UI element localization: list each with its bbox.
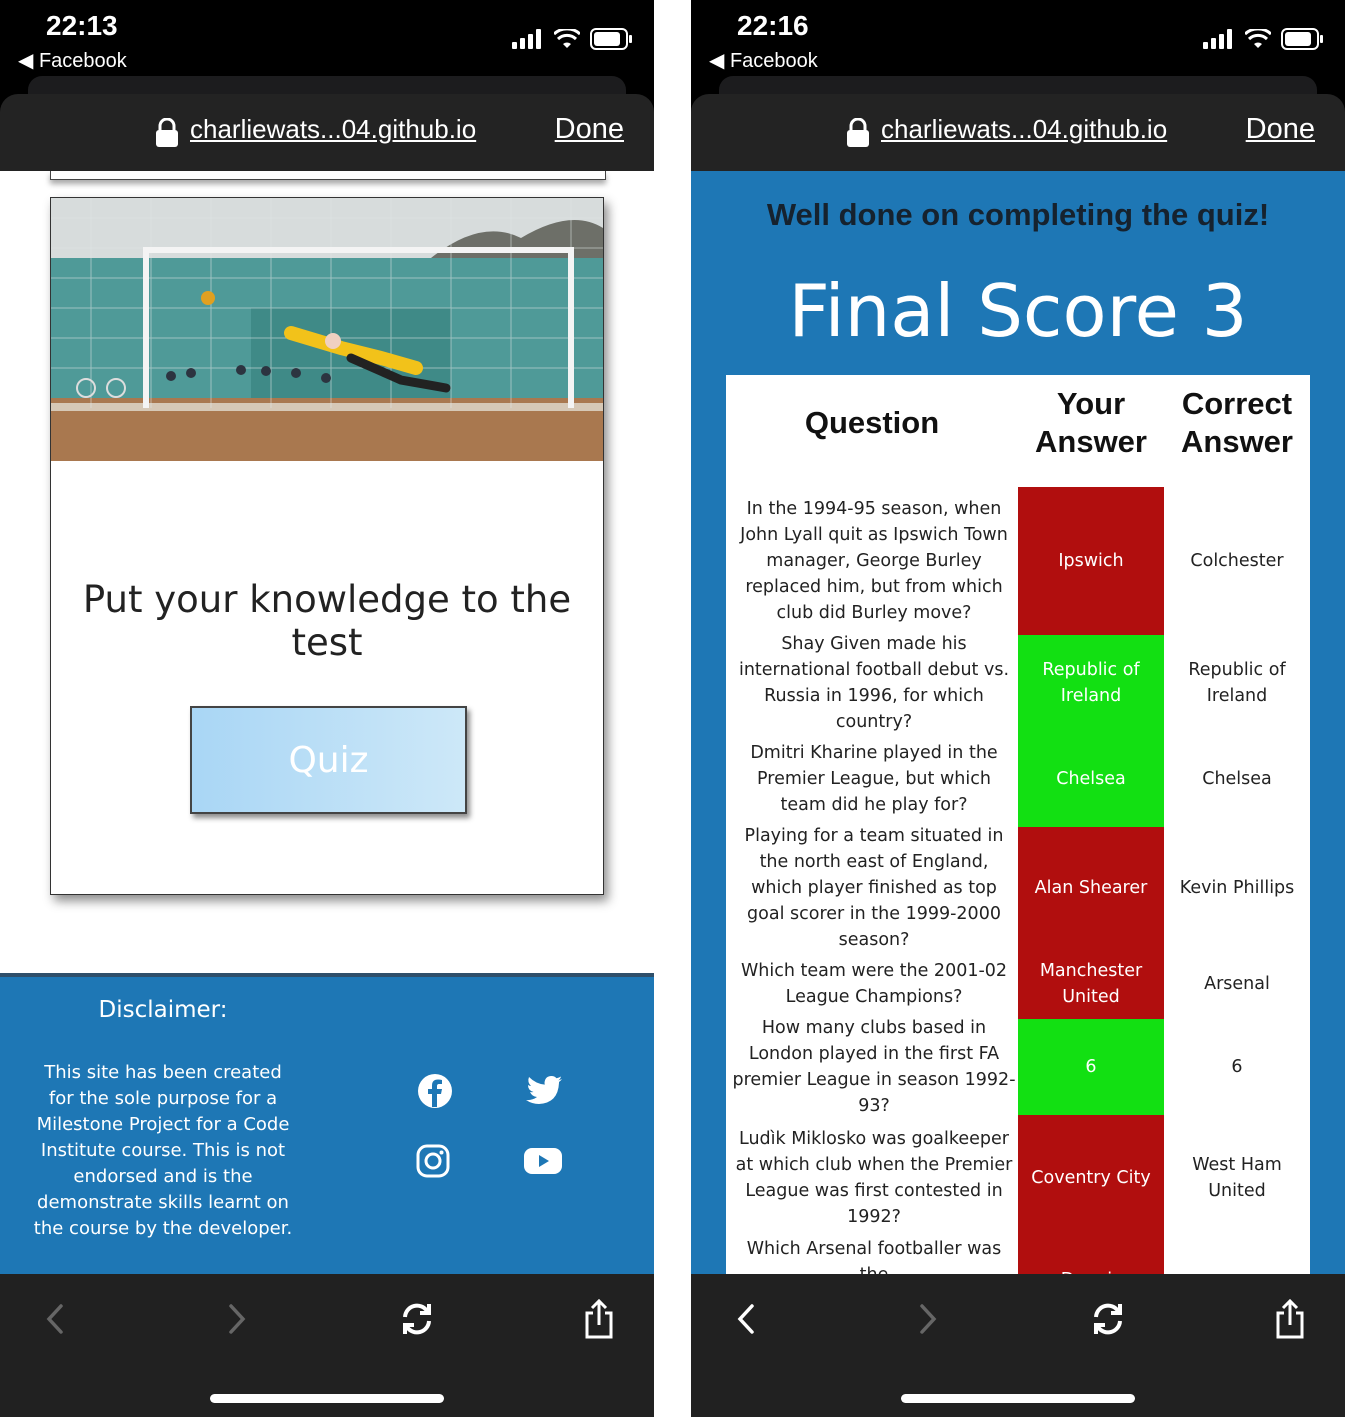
table-row: In the 1994-95 season, when John Lyall q… xyxy=(726,487,1310,635)
question-cell: In the 1994-95 season, when John Lyall q… xyxy=(740,499,1008,623)
back-app-label: Facebook xyxy=(729,50,818,72)
start-quiz-button[interactable]: Quiz xyxy=(190,706,467,814)
table-row: Shay Given made his international footba… xyxy=(726,634,1310,732)
correct-answer-cell: Kevin Phillips xyxy=(1179,878,1295,898)
table-row: Playing for a team situated in the north… xyxy=(726,826,1310,950)
your-answer-cell: Ipswich xyxy=(1018,487,1164,635)
your-answer-cell: Alan Shearer xyxy=(1018,827,1164,949)
final-score-heading: Final Score 3 xyxy=(788,269,1248,353)
browser-url-bar: charliewats...04.github.io Done xyxy=(691,94,1345,171)
question-cell: Dmitri Kharine played in the Premier Lea… xyxy=(750,743,998,815)
web-content: Well done on completing the quiz! Final … xyxy=(691,171,1345,1274)
your-answer-cell: Chelsea xyxy=(1018,731,1164,827)
browser-toolbar xyxy=(0,1274,654,1417)
status-time: 22:13 xyxy=(46,10,118,41)
url-text[interactable]: charliewats...04.github.io xyxy=(881,114,1167,145)
results-table: Question Your Answer Correct Answer In t… xyxy=(726,375,1310,1274)
share-icon[interactable] xyxy=(574,1294,624,1344)
your-answer-cell: 6 xyxy=(1018,1019,1164,1115)
correct-answer-cell: Colchester xyxy=(1190,551,1284,571)
your-answer-cell: Dennis xyxy=(1018,1241,1164,1274)
url-text[interactable]: charliewats...04.github.io xyxy=(190,114,476,145)
back-icon[interactable] xyxy=(721,1294,771,1344)
your-answer-cell: Republic of Ireland xyxy=(1018,635,1164,731)
header-question: Question xyxy=(804,405,940,440)
table-row: Dmitri Kharine played in the Premier Lea… xyxy=(726,731,1310,827)
forward-icon[interactable] xyxy=(212,1294,262,1344)
back-to-facebook-link[interactable]: ◀ Facebook xyxy=(18,48,127,73)
lock-icon xyxy=(847,118,869,147)
disclaimer-text: This site has been created for the sole … xyxy=(33,1062,293,1239)
tagline-text: Put your knowledge to the test xyxy=(82,578,572,664)
table-row: Which Arsenal footballer was the Dennis xyxy=(726,1239,1310,1274)
goalkeeper-hero-image xyxy=(51,198,603,461)
back-app-label: Facebook xyxy=(38,50,127,72)
question-cell: How many clubs based in London played in… xyxy=(732,1018,1016,1116)
disclaimer-title: Disclaimer: xyxy=(98,997,228,1023)
question-cell: Playing for a team situated in the north… xyxy=(744,826,1004,950)
forward-icon[interactable] xyxy=(903,1294,953,1344)
table-row: Which team were the 2001-02 League Champ… xyxy=(726,949,1310,1019)
question-cell: Ludìk Miklosko was goalkeeper at which c… xyxy=(735,1129,1013,1227)
header-correct-answer: Correct Answer xyxy=(1181,386,1293,459)
correct-answer-cell: West Ham United xyxy=(1192,1155,1282,1201)
browser-toolbar xyxy=(691,1274,1345,1417)
header-your-answer: Your Answer xyxy=(1035,386,1147,459)
correct-answer-cell: Chelsea xyxy=(1202,769,1272,789)
share-icon[interactable] xyxy=(1265,1294,1315,1344)
lock-icon xyxy=(156,118,178,147)
status-icons xyxy=(512,28,632,50)
back-icon[interactable] xyxy=(30,1294,80,1344)
question-cell: Shay Given made his international footba… xyxy=(738,634,1010,732)
home-indicator xyxy=(210,1394,444,1403)
status-icons xyxy=(1203,28,1323,50)
your-answer-cell: Manchester United xyxy=(1018,949,1164,1019)
back-to-facebook-link[interactable]: ◀ Facebook xyxy=(709,48,818,73)
youtube-icon[interactable] xyxy=(521,1139,565,1183)
congrats-heading: Well done on completing the quiz! xyxy=(766,197,1270,232)
table-row: Ludìk Miklosko was goalkeeper at which c… xyxy=(726,1115,1310,1241)
table-row: How many clubs based in London played in… xyxy=(726,1018,1310,1116)
your-answer-cell: Coventry City xyxy=(1018,1115,1164,1241)
twitter-icon[interactable] xyxy=(522,1069,566,1113)
cellular-signal-icon xyxy=(512,29,541,49)
correct-answer-cell: Arsenal xyxy=(1204,974,1270,994)
cellular-signal-icon xyxy=(1203,29,1232,49)
reload-icon[interactable] xyxy=(392,1294,442,1344)
web-content: Put your knowledge to the test Quiz Disc… xyxy=(0,171,654,1274)
facebook-icon[interactable] xyxy=(413,1069,457,1113)
reload-icon[interactable] xyxy=(1083,1294,1133,1344)
status-time: 22:16 xyxy=(737,10,809,41)
home-indicator xyxy=(901,1394,1135,1403)
battery-icon xyxy=(590,28,632,50)
site-footer: Disclaimer: This site has been created f… xyxy=(0,973,654,1274)
correct-answer-cell xyxy=(1164,1241,1310,1274)
instagram-icon[interactable] xyxy=(411,1139,455,1183)
quiz-intro-card: Put your knowledge to the test Quiz xyxy=(50,197,604,895)
previous-card-edge xyxy=(50,171,606,180)
left-phone-screen: 22:13 ◀ Facebook charliewats...04.github… xyxy=(0,0,654,1417)
question-cell: Which team were the 2001-02 League Champ… xyxy=(740,961,1008,1007)
done-button[interactable]: Done xyxy=(1246,113,1315,146)
browser-url-bar: charliewats...04.github.io Done xyxy=(0,94,654,171)
wifi-icon xyxy=(1245,29,1271,48)
correct-answer-cell: 6 xyxy=(1231,1057,1243,1077)
battery-icon xyxy=(1281,28,1323,50)
question-cell: Which Arsenal footballer was the xyxy=(746,1239,1002,1274)
wifi-icon xyxy=(554,29,580,48)
right-phone-screen: 22:16 ◀ Facebook charliewats...04.github… xyxy=(691,0,1345,1417)
done-button[interactable]: Done xyxy=(555,113,624,146)
correct-answer-cell: Republic of Ireland xyxy=(1188,660,1286,706)
